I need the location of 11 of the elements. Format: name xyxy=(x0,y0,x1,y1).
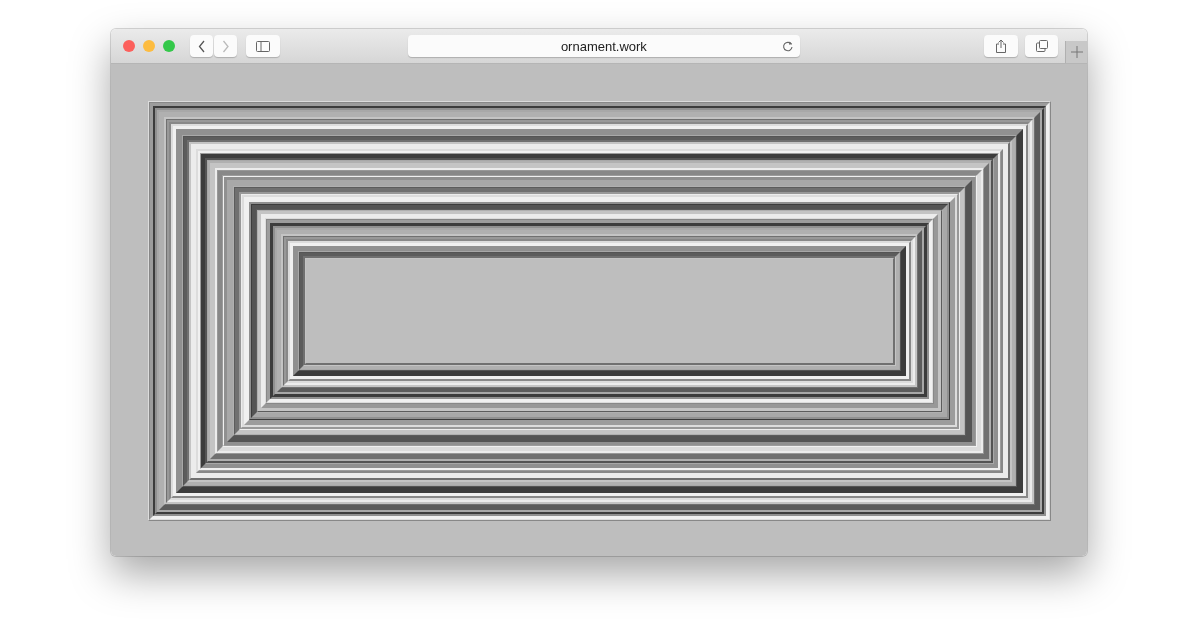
url-text: ornament.work xyxy=(560,38,647,54)
share-icon xyxy=(994,39,1007,53)
share-button[interactable] xyxy=(984,35,1018,57)
tabs-button[interactable] xyxy=(1024,35,1059,57)
plus-icon xyxy=(1070,46,1083,58)
sidebar-icon xyxy=(255,40,270,52)
reload-icon[interactable] xyxy=(782,40,795,52)
tabs-icon xyxy=(1035,40,1048,52)
sidebar-button[interactable] xyxy=(246,35,280,57)
address-bar[interactable]: ornament.work xyxy=(407,35,801,57)
back-button[interactable] xyxy=(190,35,213,57)
